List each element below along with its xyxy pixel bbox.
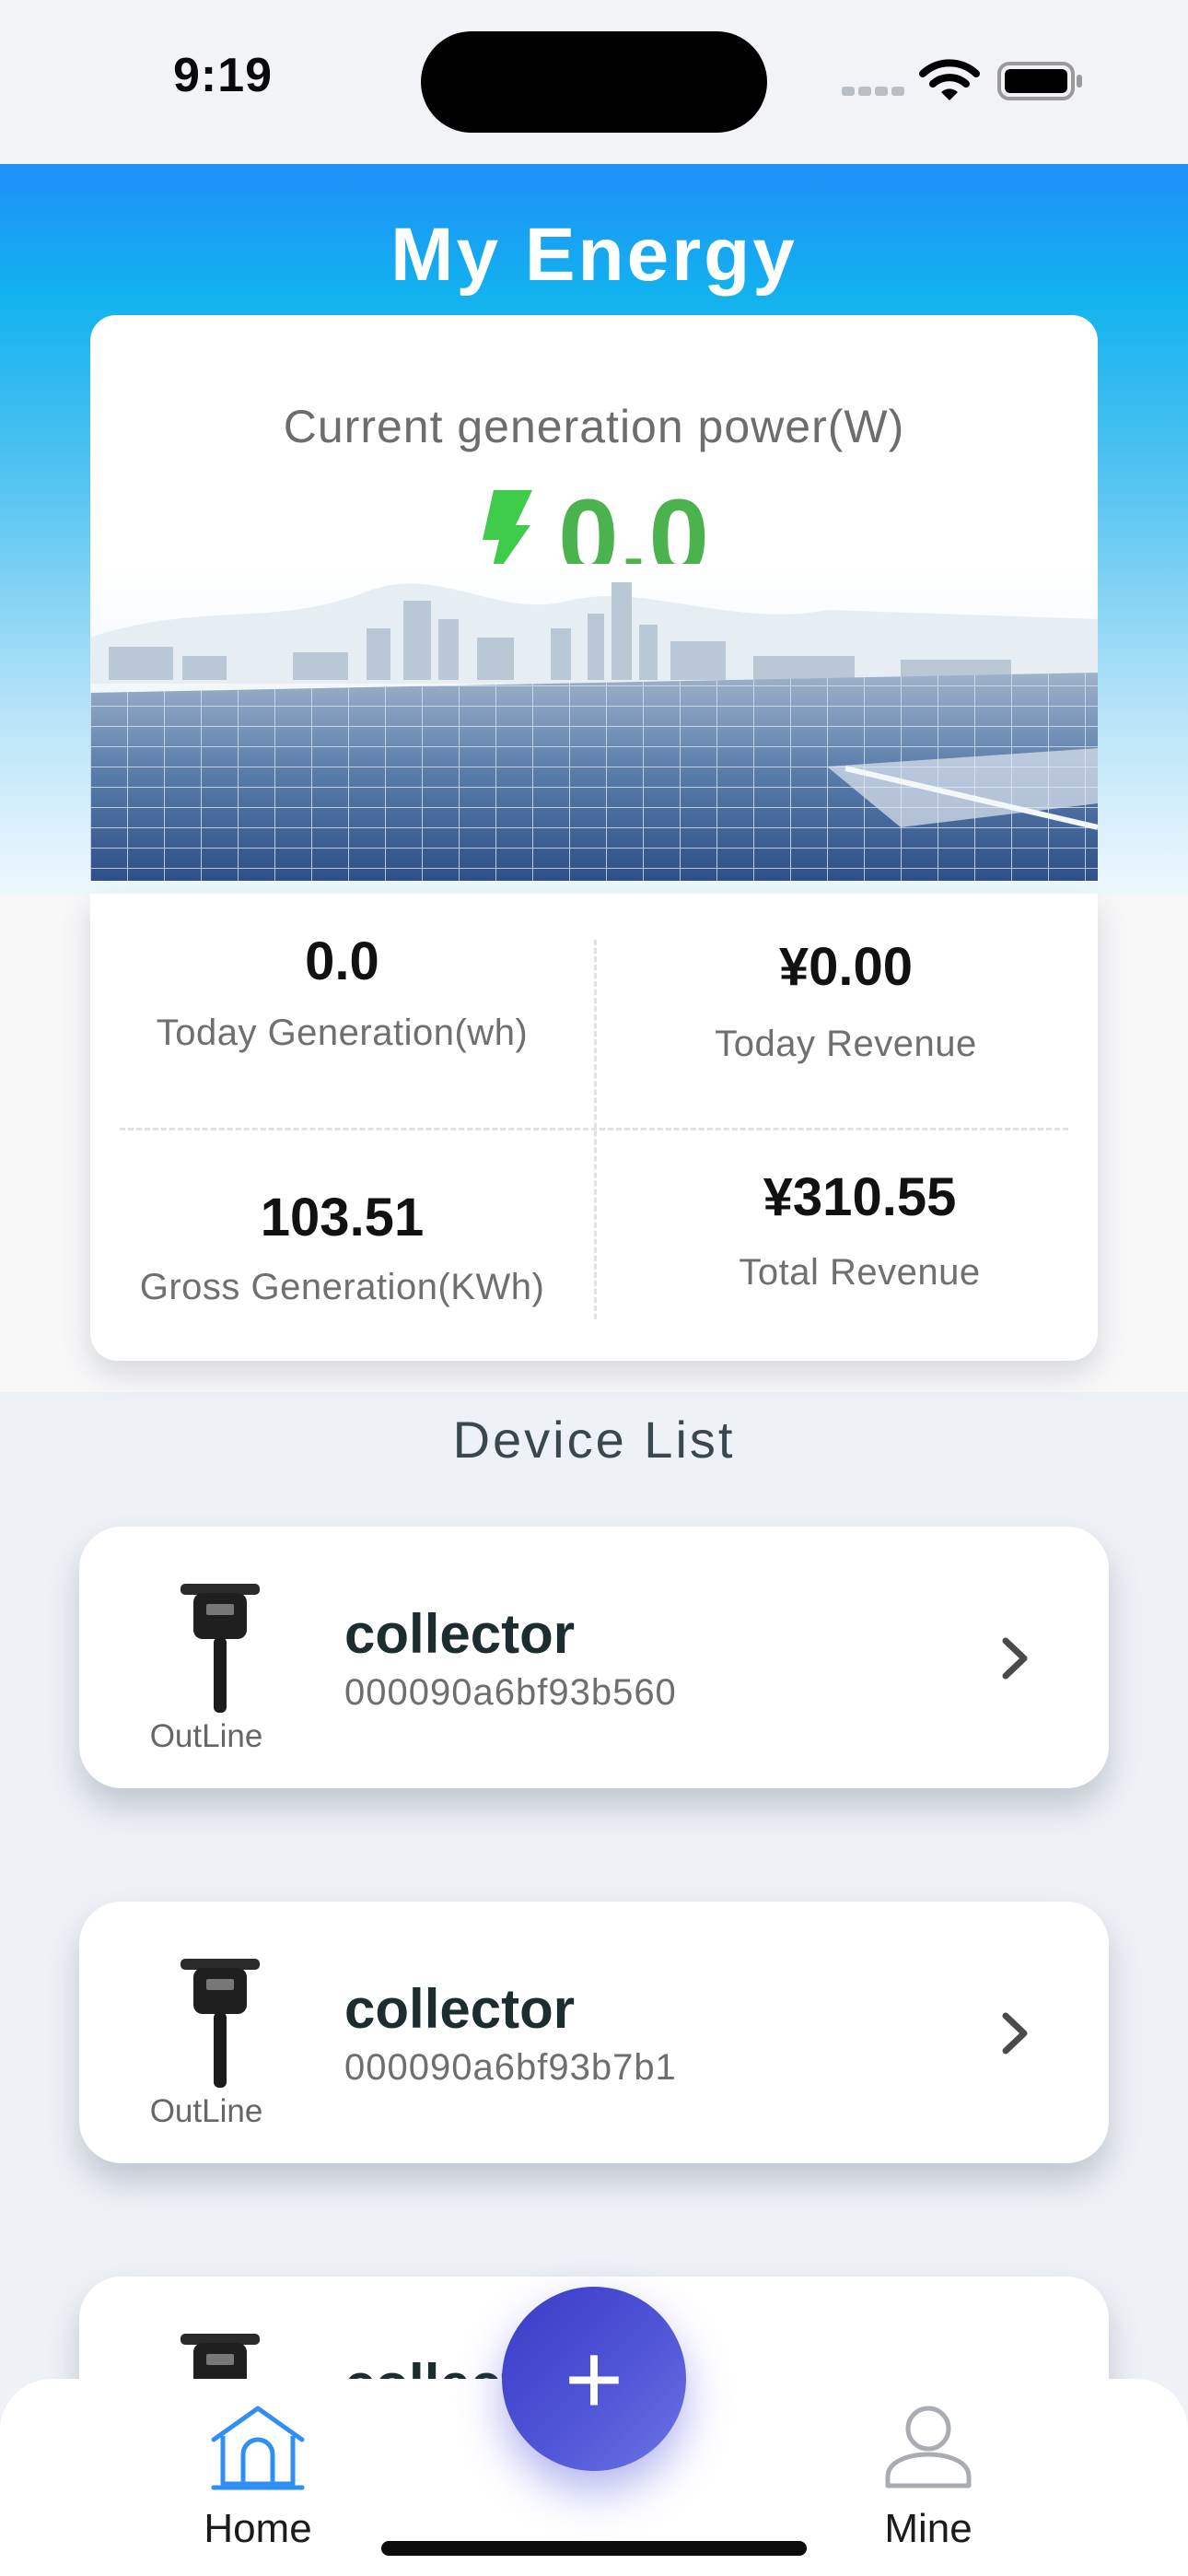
solar-farm-image: [90, 564, 1098, 881]
add-device-button[interactable]: +: [502, 2287, 686, 2471]
stat-today-generation: 0.0 Today Generation(wh): [90, 931, 594, 1054]
power-card: Current generation power(W) 0.0: [90, 315, 1098, 881]
stat-value: ¥310.55: [763, 1167, 957, 1227]
dynamic-island: [421, 31, 767, 133]
home-indicator: [381, 2541, 807, 2556]
collector-device-icon: [181, 1584, 260, 1713]
device-status: OutLine: [149, 2093, 263, 2129]
stats-divider-horizontal: [120, 1128, 1068, 1130]
device-list-title: Device List: [452, 1411, 736, 1469]
device-name: collector: [344, 1603, 576, 1665]
device-name: collector: [344, 1978, 576, 2040]
stat-gross-generation: 103.51 Gross Generation(KWh): [90, 1187, 594, 1308]
tab-home[interactable]: Home: [138, 2379, 378, 2576]
tab-mine-label: Mine: [884, 2506, 973, 2551]
collector-device-icon: [181, 1959, 260, 2088]
tab-mine[interactable]: Mine: [809, 2379, 1048, 2576]
device-status: OutLine: [149, 1718, 263, 1754]
stat-today-revenue: ¥0.00 Today Revenue: [594, 936, 1098, 1065]
device-card[interactable]: OutLine collector 000090a6bf93b560: [79, 1527, 1109, 1788]
stat-label: Today Revenue: [715, 1024, 977, 1064]
device-id: 000090a6bf93b7b1: [344, 2047, 677, 2088]
stat-value: 0.0: [305, 931, 379, 991]
power-label: Current generation power(W): [283, 401, 905, 452]
page-title: My Energy: [390, 213, 798, 297]
stat-value: ¥0.00: [778, 937, 914, 997]
device-id: 000090a6bf93b560: [344, 1672, 677, 1713]
stat-total-revenue: ¥310.55 Total Revenue: [608, 1166, 1112, 1294]
stat-label: Today Generation(wh): [156, 1013, 529, 1053]
stat-label: Total Revenue: [739, 1252, 981, 1293]
chevron-right-icon[interactable]: [998, 2010, 1031, 2056]
stat-label: Gross Generation(KWh): [139, 1267, 545, 1307]
wifi-icon: [919, 59, 980, 100]
device-card[interactable]: OutLine collector 000090a6bf93b7b1: [79, 1902, 1109, 2163]
cellular-signal-icon: [842, 87, 906, 100]
stats-card: 0.0 Today Generation(wh) ¥0.00 Today Rev…: [90, 894, 1098, 1361]
status-time: 9:19: [173, 49, 274, 102]
status-bar: 9:19: [0, 0, 1188, 164]
user-icon: [885, 2406, 972, 2488]
home-icon: [211, 2406, 305, 2490]
stat-value: 103.51: [260, 1188, 425, 1247]
tab-home-label: Home: [204, 2506, 312, 2551]
battery-icon: [997, 62, 1082, 100]
chevron-right-icon[interactable]: [998, 1635, 1031, 1681]
